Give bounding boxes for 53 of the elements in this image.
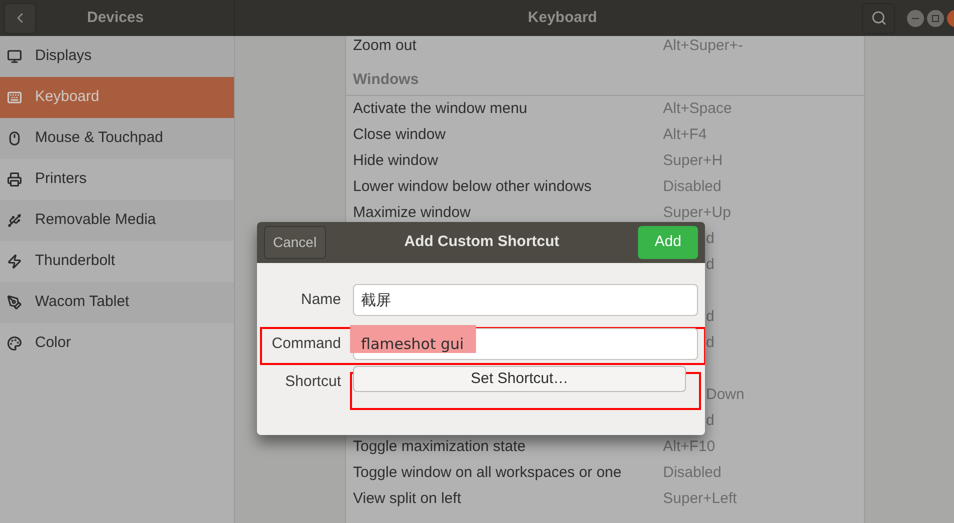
shortcut-action: Maximize window	[353, 202, 472, 223]
shortcut-keys: Alt+Space	[663, 98, 732, 120]
shortcut-keys: Disabled	[663, 462, 722, 484]
sidebar-item[interactable]: Keyboard	[0, 77, 234, 118]
lightning-icon	[7, 254, 22, 269]
shortcut-keys: Disabled	[663, 176, 722, 198]
display-icon	[7, 49, 22, 64]
maximize-button[interactable]	[927, 10, 944, 26]
shortcut-keys: d	[706, 332, 714, 354]
cancel-button[interactable]: Cancel	[264, 226, 326, 259]
shortcut-action: View split on left	[353, 488, 462, 509]
sidebar-item[interactable]: Removable Media	[0, 200, 234, 241]
shortcut-action: Toggle maximization state	[353, 436, 527, 457]
shortcut-keys: Super+Left	[663, 488, 737, 510]
shortcut-keys: d	[706, 254, 714, 276]
text-field[interactable]: flameshot gui	[353, 328, 698, 360]
shortcut-keys: Super+H	[663, 150, 723, 172]
shortcut-keys: d	[706, 228, 714, 250]
field-label: Command	[270, 334, 341, 354]
shortcut-keys: d	[706, 410, 714, 432]
minimize-button[interactable]	[907, 10, 924, 26]
tablet-pen-icon	[7, 295, 22, 310]
back-button[interactable]	[4, 2, 36, 34]
shortcut-action: Activate the window menu	[353, 98, 528, 119]
shortcut-keys: Alt+F4	[663, 124, 707, 146]
keyboard-icon	[7, 90, 22, 105]
printer-icon	[7, 172, 22, 187]
search-icon	[870, 10, 886, 26]
set-shortcut-button[interactable]: Set Shortcut…	[353, 366, 686, 392]
field-label: Name	[300, 290, 341, 310]
sidebar-item[interactable]: Wacom Tablet	[0, 282, 234, 323]
sidebar-item[interactable]: Displays	[0, 36, 234, 77]
shortcut-action: Hide window	[353, 150, 440, 171]
dialog-title: Add Custom Shortcut	[403, 232, 560, 252]
shortcut-keys: Alt+F10	[663, 436, 716, 458]
shortcut-keys: Alt+Super+-	[663, 34, 744, 58]
mouse-icon	[7, 131, 22, 146]
palette-icon	[7, 336, 22, 351]
shortcut-keys: Super+Up	[663, 202, 731, 224]
sidebar-item[interactable]: Mouse & Touchpad	[0, 118, 234, 159]
shortcut-action: Lower window below other windows	[353, 176, 592, 197]
search-button[interactable]	[862, 2, 895, 34]
shortcut-keys: d	[706, 306, 714, 328]
field-label: Shortcut	[284, 372, 341, 392]
section-heading: Windows	[353, 70, 419, 90]
text-field[interactable]: 截屏	[353, 284, 698, 316]
shortcut-action: Zoom out	[353, 36, 418, 56]
window-title: Keyboard	[528, 8, 598, 28]
shortcut-keys: Down	[706, 384, 744, 406]
usb-icon	[7, 213, 22, 228]
section-title: Devices	[87, 8, 144, 28]
shortcut-action: Close window	[353, 124, 447, 145]
shortcut-action: Toggle window on all workspaces or one	[353, 462, 622, 483]
